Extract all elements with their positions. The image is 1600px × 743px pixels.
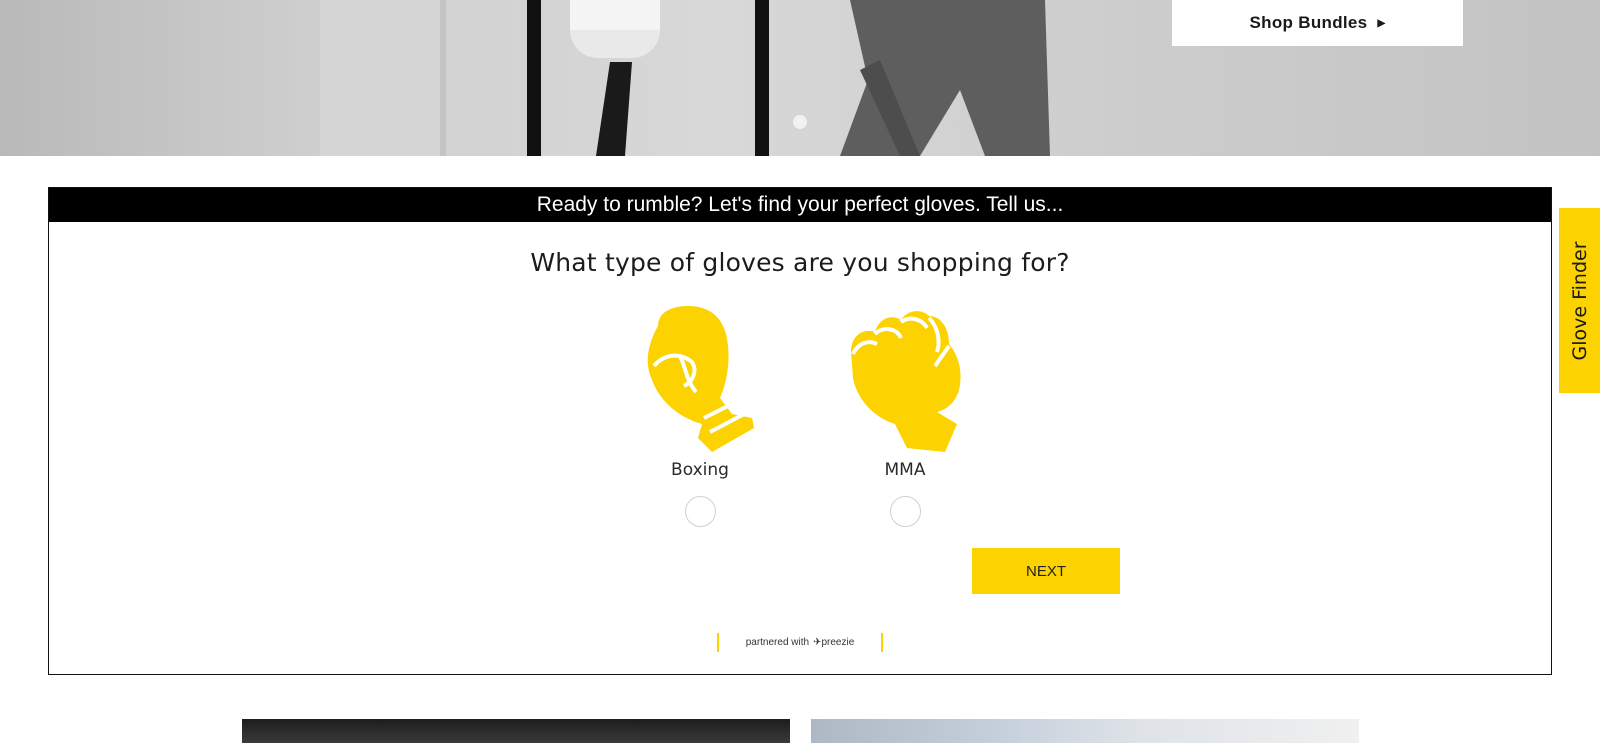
mma-radio[interactable] xyxy=(889,496,921,527)
carousel-dot[interactable] xyxy=(793,115,807,129)
boxing-radio[interactable] xyxy=(684,496,716,527)
option-boxing-label: Boxing xyxy=(671,460,729,480)
partner-divider-right xyxy=(881,632,884,652)
shop-bundles-button[interactable]: Shop Bundles ▶ xyxy=(1172,0,1463,46)
triangle-right-icon: ▶ xyxy=(1377,17,1386,29)
glove-finder-tab-label: Glove Finder xyxy=(1568,240,1591,361)
partner-divider-left xyxy=(716,632,719,652)
next-button[interactable]: NEXT xyxy=(972,548,1120,594)
partner-brand[interactable]: preezie xyxy=(821,637,854,648)
glove-finder-tab[interactable]: Glove Finder xyxy=(1559,208,1600,393)
option-boxing[interactable]: Boxing xyxy=(635,306,765,527)
mma-glove-icon xyxy=(851,311,961,452)
promo-tile-left[interactable] xyxy=(242,719,790,743)
option-mma-label: MMA xyxy=(884,460,926,480)
partner-footer: partnered with ✈ preezie xyxy=(49,632,1551,652)
option-mma[interactable]: MMA xyxy=(840,306,970,527)
shop-bundles-label: Shop Bundles xyxy=(1249,13,1368,32)
hero-banner: Shop Bundles ▶ xyxy=(0,0,1600,156)
glove-finder-panel: Ready to rumble? Let's find your perfect… xyxy=(48,187,1552,675)
preezie-logo-icon: ✈ xyxy=(813,636,822,648)
finder-question: What type of gloves are you shopping for… xyxy=(530,248,1070,277)
boxing-glove-icon xyxy=(647,306,754,452)
finder-header: Ready to rumble? Let's find your perfect… xyxy=(49,188,1551,222)
promo-tile-right[interactable] xyxy=(811,719,1359,743)
partner-text: partnered with xyxy=(745,636,810,648)
